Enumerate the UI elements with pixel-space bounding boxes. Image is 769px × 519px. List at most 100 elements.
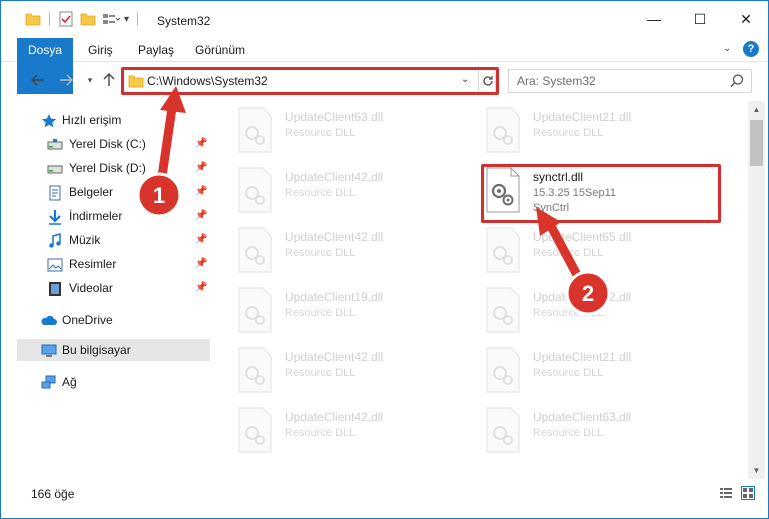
- file-item[interactable]: UpdateClient19.dll Resource DLL: [215, 283, 455, 339]
- scroll-up-icon[interactable]: ▲: [748, 101, 765, 118]
- window-title: System32: [157, 14, 211, 28]
- folder-icon[interactable]: [25, 11, 41, 27]
- search-box[interactable]: Ara: System32: [508, 69, 752, 93]
- file-name: UpdateClient63.dll: [285, 110, 384, 124]
- nav-item-videos[interactable]: Videolar 📌: [1, 277, 213, 299]
- details-view-icon[interactable]: [719, 486, 733, 500]
- file-name: UpdateClient42.dll: [285, 230, 384, 244]
- back-arrow-icon: [31, 74, 44, 86]
- file-name: UpdateClient42.dll: [285, 410, 384, 424]
- file-item[interactable]: UpdateClient42.dll Resource DLL: [463, 283, 703, 339]
- address-path: C:\Windows\System32: [147, 74, 268, 88]
- vertical-scrollbar[interactable]: ▲ ▼: [748, 101, 765, 479]
- nav-item-local-disk-c[interactable]: Yerel Disk (C:) 📌: [1, 133, 213, 155]
- minimize-button[interactable]: —: [631, 1, 677, 37]
- navigation-bar: ▾ C:\Windows\System32 ⌄ Ara: System32: [1, 63, 768, 99]
- properties-icon[interactable]: [58, 11, 74, 27]
- new-folder-icon[interactable]: [80, 11, 96, 27]
- file-type: Resource DLL: [533, 367, 604, 379]
- file-name: UpdateClient21.dll: [533, 110, 632, 124]
- refresh-button[interactable]: [478, 70, 496, 92]
- forward-button[interactable]: [57, 71, 75, 89]
- file-item[interactable]: UpdateClient42.dll Resource DLL: [215, 403, 455, 459]
- file-name: UpdateClient21.dll: [533, 350, 632, 364]
- dll-file-icon: [238, 227, 272, 273]
- nav-item-music[interactable]: Müzik 📌: [1, 229, 213, 251]
- recent-locations-button[interactable]: ▾: [81, 71, 99, 89]
- tab-paylas[interactable]: Paylaş: [128, 38, 184, 62]
- nav-item-local-disk-d[interactable]: Yerel Disk (D:) 📌: [1, 157, 213, 179]
- drive-icon: [47, 139, 63, 150]
- minimize-icon: —: [647, 11, 661, 27]
- title-bar: ▾ System32 — ☐ ✕: [1, 1, 768, 37]
- file-type: Resource DLL: [285, 367, 356, 379]
- nav-item-onedrive[interactable]: OneDrive: [1, 309, 213, 331]
- nav-item-label: Videolar: [69, 281, 113, 295]
- back-button[interactable]: [29, 71, 47, 89]
- toolbar-divider: [137, 12, 139, 26]
- search-placeholder: Ara: System32: [517, 74, 596, 88]
- nav-item-pictures[interactable]: Resimler 📌: [1, 253, 213, 275]
- file-type: Resource DLL: [285, 187, 356, 199]
- nav-item-documents[interactable]: Belgeler 📌: [1, 181, 213, 203]
- pictures-icon: [47, 258, 63, 272]
- folder-icon: [128, 75, 144, 88]
- up-button[interactable]: [100, 71, 118, 89]
- tab-giris[interactable]: Giriş: [78, 38, 123, 62]
- expand-ribbon-icon[interactable]: ⌄: [723, 43, 737, 57]
- file-item[interactable]: UpdateClient65.dll Resource DLL: [463, 223, 703, 279]
- file-name: UpdateClient42.dll: [285, 350, 384, 364]
- nav-item-label: Yerel Disk (C:): [69, 137, 146, 151]
- nav-item-label: Bu bilgisayar: [62, 343, 131, 357]
- item-count: 166 öğe: [31, 487, 75, 501]
- file-item-synctrl[interactable]: synctrl.dll 15.3.25 15Sep11 SynCtrl: [463, 163, 703, 219]
- quick-access-toolbar: ▾: [25, 10, 146, 28]
- forward-arrow-icon: [60, 74, 73, 86]
- file-name: UpdateClient63.dll: [533, 410, 632, 424]
- nav-item-label: Müzik: [69, 233, 101, 247]
- dll-file-icon: [486, 107, 520, 153]
- nav-item-this-pc[interactable]: Bu bilgisayar: [17, 339, 210, 361]
- address-dropdown-icon[interactable]: ⌄: [461, 74, 469, 85]
- tab-gorunum[interactable]: Görünüm: [185, 38, 255, 62]
- close-button[interactable]: ✕: [723, 1, 769, 37]
- dll-file-icon: [238, 407, 272, 453]
- nav-item-label: Yerel Disk (D:): [69, 161, 146, 175]
- file-item[interactable]: UpdateClient42.dll Resource DLL: [215, 223, 455, 279]
- refresh-icon: [482, 76, 493, 86]
- ribbon-tabs: Dosya Giriş Paylaş Görünüm ⌄ ?: [1, 38, 768, 94]
- large-icons-view-icon[interactable]: [741, 486, 755, 500]
- nav-item-network[interactable]: Ağ: [1, 371, 213, 393]
- search-icon[interactable]: [729, 73, 745, 89]
- help-icon[interactable]: ?: [743, 41, 759, 57]
- nav-item-label: Belgeler: [69, 185, 114, 199]
- documents-icon: [49, 185, 61, 201]
- file-item[interactable]: UpdateClient42.dll Resource DLL: [215, 343, 455, 399]
- nav-item-quick-access[interactable]: Hızlı erişim: [1, 109, 213, 131]
- file-type: Resource DLL: [533, 247, 604, 259]
- maximize-button[interactable]: ☐: [677, 1, 723, 37]
- file-item[interactable]: UpdateClient21.dll Resource DLL: [463, 103, 703, 159]
- dll-file-icon: [486, 407, 520, 453]
- network-icon: [41, 375, 56, 389]
- file-item[interactable]: UpdateClient21.dll Resource DLL: [463, 343, 703, 399]
- maximize-icon: ☐: [693, 10, 707, 27]
- view-options-icon[interactable]: [102, 11, 120, 27]
- address-bar[interactable]: C:\Windows\System32 ⌄: [122, 69, 496, 93]
- drive-icon: [47, 165, 63, 174]
- file-item[interactable]: UpdateClient42.dll Resource DLL: [215, 163, 455, 219]
- onedrive-icon: [41, 315, 57, 325]
- pin-icon: 📌: [195, 210, 208, 221]
- nav-item-downloads[interactable]: İndirmeler 📌: [1, 205, 213, 227]
- file-type: Resource DLL: [533, 307, 604, 319]
- file-item[interactable]: UpdateClient63.dll Resource DLL: [463, 403, 703, 459]
- scroll-down-icon[interactable]: ▼: [748, 462, 765, 479]
- toolbar-divider: [49, 12, 50, 26]
- dll-file-icon: [486, 167, 520, 213]
- file-type: Resource DLL: [285, 247, 356, 259]
- file-description: SynCtrl: [533, 202, 570, 214]
- scroll-thumb[interactable]: [750, 120, 763, 166]
- file-type: Resource DLL: [285, 427, 356, 439]
- customize-toolbar-icon[interactable]: ▾: [124, 14, 129, 25]
- file-item[interactable]: UpdateClient63.dll Resource DLL: [215, 103, 455, 159]
